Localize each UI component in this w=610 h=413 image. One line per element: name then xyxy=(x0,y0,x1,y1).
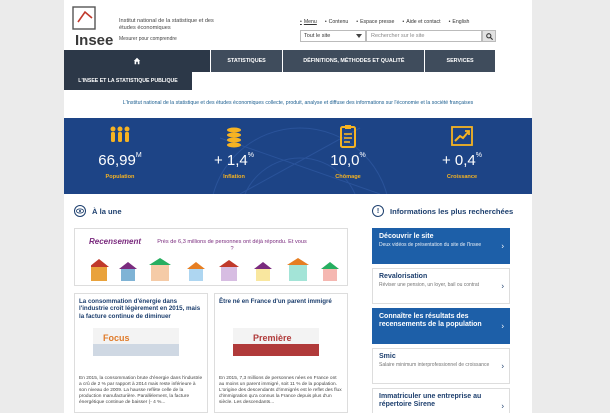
news-card-immigre[interactable]: Être né en France d'un parent immigré Pr… xyxy=(214,293,348,413)
most-searched-heading: ! Informations les plus recherchées xyxy=(372,205,513,217)
nav-insee-statistique-publique[interactable]: L'INSEE ET LA STATISTIQUE PUBLIQUE xyxy=(64,72,192,90)
logo-text: Insee xyxy=(75,32,114,49)
stat-population-value: 66,99 xyxy=(98,152,136,169)
home-icon xyxy=(133,57,141,65)
stat-population-unit: M xyxy=(135,152,142,159)
link-sirene-title: Immatriculer une entreprise au répertoir… xyxy=(379,393,482,408)
stat-chomage-unit: % xyxy=(359,152,366,159)
stat-croissance[interactable]: + 0,4% Croissance xyxy=(422,124,502,180)
nav-home[interactable] xyxy=(64,50,210,72)
stat-inflation-label: Inflation xyxy=(223,174,245,180)
recensement-logo: Recensement xyxy=(89,237,142,246)
top-link-aide[interactable]: Aide et contact xyxy=(402,19,440,25)
subtagline: Mesurer pour comprendre xyxy=(119,36,177,42)
news-card-immigre-title: Être né en France d'un parent immigré xyxy=(219,298,332,305)
stat-croissance-unit: % xyxy=(475,152,482,159)
search-scope-select[interactable]: Tout le site xyxy=(300,30,366,42)
stat-population[interactable]: 66,99M Population xyxy=(80,124,160,180)
chart-up-icon xyxy=(450,124,474,148)
nav-definitions[interactable]: DÉFINITIONS, MÉTHODES ET QUALITÉ xyxy=(283,50,425,72)
news-card-energie-text: En 2015, la consommation brute d'énergie… xyxy=(79,376,203,405)
chevron-right-icon: › xyxy=(501,241,504,251)
chevron-right-icon: › xyxy=(501,321,504,331)
news-card-energie-title: La consommation d'énergie dans l'industr… xyxy=(79,298,201,320)
insee-logo[interactable]: Insee xyxy=(70,6,114,49)
stat-inflation-value: + 1,4 xyxy=(213,152,248,169)
header: Insee Institut national de la statistiqu… xyxy=(64,0,532,50)
link-revalorisation-title: Revalorisation xyxy=(379,273,428,280)
chevron-down-icon xyxy=(356,34,362,38)
stat-inflation[interactable]: + 1,4% Inflation xyxy=(194,124,274,180)
most-searched-title: Informations les plus recherchées xyxy=(390,206,514,216)
stat-inflation-unit: % xyxy=(247,152,254,159)
search-button[interactable] xyxy=(482,30,496,42)
eye-icon xyxy=(74,205,86,217)
news-card-immigre-text: En 2015, 7,3 millions de personnes nées … xyxy=(219,376,342,405)
link-smic-title: Smic xyxy=(379,353,396,360)
main-nav: STATISTIQUES DÉFINITIONS, MÉTHODES ET QU… xyxy=(64,50,496,72)
premiere-publication-image: Première xyxy=(233,328,319,356)
intro-text: L'Institut national de la statistique et… xyxy=(122,100,474,106)
focus-publication-image: Focus xyxy=(93,328,179,356)
focus-publication-name: Focus xyxy=(103,333,130,343)
info-icon: ! xyxy=(372,205,384,217)
stat-chomage-value: 10,0 xyxy=(330,152,360,169)
stat-croissance-value: + 0,4 xyxy=(441,152,476,169)
houses-illustration xyxy=(91,258,339,281)
top-links: Menu Contenu Espace presse Aide et conta… xyxy=(300,19,470,25)
premiere-publication-name: Première xyxy=(253,333,292,343)
search-input[interactable]: Rechercher sur le site xyxy=(366,30,482,42)
link-decouvrir-site-sub: Deux vidéos de présentation du site de l… xyxy=(379,242,482,248)
page: Insee Institut national de la statistiqu… xyxy=(64,0,532,413)
recensement-banner[interactable]: Recensement Près de 6,3 millions de pers… xyxy=(74,228,348,286)
link-smic[interactable]: Smic Salaire minimum interprofessionnel … xyxy=(372,348,510,384)
top-link-contenu[interactable]: Contenu xyxy=(325,19,349,25)
link-recensements-title: Connaître les résultats des recensements… xyxy=(379,313,482,328)
search-icon xyxy=(485,32,493,40)
nav-services[interactable]: SERVICES xyxy=(425,50,495,72)
link-sirene[interactable]: Immatriculer une entreprise au répertoir… xyxy=(372,388,510,413)
link-recensements[interactable]: Connaître les résultats des recensements… xyxy=(372,308,510,344)
chevron-right-icon: › xyxy=(501,401,504,411)
stat-population-label: Population xyxy=(105,174,135,180)
link-revalorisation[interactable]: Revalorisation Réviser une pension, un l… xyxy=(372,268,510,304)
search-scope-value: Tout le site xyxy=(304,33,331,39)
recensement-text: Près de 6,3 millions de personnes ont dé… xyxy=(157,239,307,252)
clipboard-icon xyxy=(336,124,360,148)
top-link-presse[interactable]: Espace presse xyxy=(356,19,394,25)
tagline: Institut national de la statistique et d… xyxy=(119,18,214,31)
people-icon xyxy=(108,124,132,148)
link-decouvrir-site[interactable]: Découvrir le site Deux vidéos de présent… xyxy=(372,228,510,264)
nav-statistiques[interactable]: STATISTIQUES xyxy=(210,50,283,72)
link-decouvrir-site-title: Découvrir le site xyxy=(379,233,434,240)
stat-chomage[interactable]: 10,0% Chômage xyxy=(308,124,388,180)
top-link-menu[interactable]: Menu xyxy=(300,19,317,25)
news-card-energie[interactable]: La consommation d'énergie dans l'industr… xyxy=(74,293,208,413)
stat-croissance-label: Croissance xyxy=(446,174,478,180)
key-figures-band: 66,99M Population + 1,4% Inflation 10,0%… xyxy=(64,118,532,194)
la-une-heading: À la une xyxy=(74,205,122,217)
la-une-title: À la une xyxy=(92,206,122,216)
coins-icon xyxy=(222,124,246,148)
top-link-english[interactable]: English xyxy=(449,19,469,25)
chevron-right-icon: › xyxy=(501,281,504,291)
link-smic-sub: Salaire minimum interprofessionnel de cr… xyxy=(379,362,490,368)
link-revalorisation-sub: Réviser une pension, un loyer, bail ou c… xyxy=(379,282,480,288)
stat-chomage-label: Chômage xyxy=(335,174,361,180)
chevron-right-icon: › xyxy=(501,361,504,371)
